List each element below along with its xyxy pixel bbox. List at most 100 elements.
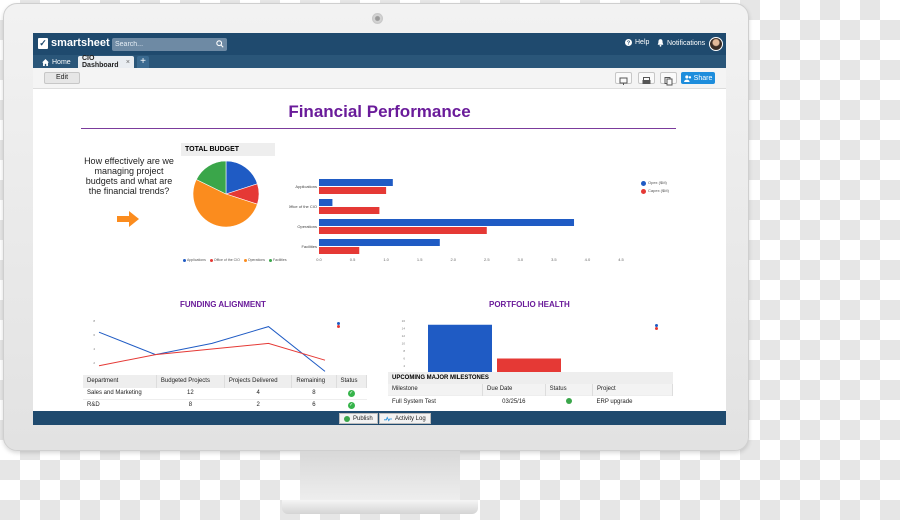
column-header[interactable]: Status [336, 375, 367, 387]
edit-button[interactable]: Edit [44, 72, 80, 84]
status-dot-icon [565, 397, 572, 404]
column-header[interactable]: Due Date [482, 384, 546, 395]
user-avatar[interactable] [709, 37, 723, 51]
bell-icon [657, 39, 664, 47]
bar [319, 187, 387, 194]
table-cell: ERP upgrade [592, 394, 673, 408]
column-header[interactable]: Status [545, 384, 593, 395]
smartsheet-logo[interactable]: ✓ smartsheet [38, 37, 110, 49]
copy-link-button[interactable] [660, 72, 677, 86]
tick-label: 4 [93, 347, 95, 351]
question-text: How effectively are we managing project … [84, 156, 174, 196]
pie-legend-item: Applications [183, 258, 206, 262]
tick-label: 2.5 [484, 257, 490, 262]
camera-icon [372, 13, 383, 24]
dashboard-title: Financial Performance [288, 102, 471, 121]
table-row[interactable]: Full System Test 03/25/16 ERP upgrade [388, 394, 673, 408]
activity-icon [384, 415, 392, 421]
tick-label: 0.5 [350, 257, 356, 262]
pie-legend: Applications Office of the CIO Operations F… [183, 258, 287, 262]
present-button[interactable] [615, 72, 632, 85]
tab-home[interactable]: Home [38, 56, 75, 68]
table-cell: 12 [156, 386, 225, 399]
home-icon [42, 58, 49, 66]
funding-alignment-title: FUNDING ALIGNMENT [180, 300, 266, 309]
milestones-table: Milestone Due Date Status Project Full S… [388, 384, 674, 408]
column-header[interactable]: Milestone [388, 384, 484, 395]
column-header[interactable]: Projects Delivered [224, 375, 293, 387]
share-button[interactable]: Share [681, 72, 715, 84]
print-button[interactable] [638, 72, 655, 84]
monitor-stand [300, 451, 460, 503]
activity-log-button[interactable]: Activity Log [379, 413, 431, 424]
milestones-table-header: Milestone Due Date Status Project [388, 384, 674, 395]
search-input[interactable] [112, 38, 212, 51]
svg-text:?: ? [627, 41, 631, 46]
copy-icon [664, 77, 673, 86]
table-row[interactable]: Sales and Marketing 12 4 8 ✓ [83, 386, 367, 399]
column-header[interactable]: Budgeted Projects [156, 375, 225, 387]
column-header[interactable]: Project [592, 384, 674, 395]
pie-legend-item: Facilities [269, 258, 287, 262]
legend-label: Operations [247, 258, 266, 262]
tick-label: 3.0 [518, 257, 524, 262]
category-label: Office of the CIO [289, 204, 317, 209]
notifications-button[interactable]: Notifications [657, 39, 705, 47]
column-header[interactable]: Remaining [291, 375, 337, 387]
series-line [98, 342, 326, 367]
bar [319, 227, 487, 234]
table-cell: Sales and Marketing [83, 386, 157, 399]
department-table: Department Budgeted Projects Projects De… [83, 375, 367, 411]
bar [319, 247, 360, 254]
legend-swatch [243, 258, 247, 262]
table-cell: 8 [291, 386, 336, 399]
table-cell: 2 [224, 398, 292, 411]
legend-swatch [641, 180, 646, 186]
top-bar: ✓ smartsheet ? Help [33, 33, 726, 55]
column-header[interactable]: Department [83, 375, 157, 387]
arrow-right-icon [117, 211, 139, 227]
opex-capex-bar-chart: Applications Office of the CIO Operations F… [289, 179, 625, 262]
legend-swatch [641, 188, 646, 194]
publish-button[interactable]: Publish [339, 413, 378, 424]
tab-cio-dashboard[interactable]: CIO Dashboard × [78, 55, 134, 69]
status-check-icon: ✓ [347, 389, 355, 397]
total-budget-widget: TOTAL BUDGET Applications Office of the C… [181, 143, 287, 270]
tick-label: 1.5 [417, 257, 423, 262]
help-button[interactable]: ? Help [625, 39, 649, 46]
portfolio-health-title: PORTFOLIO HEALTH [489, 300, 570, 309]
tick-label: 0.0 [316, 257, 322, 262]
legend-label: Applications [187, 258, 206, 262]
tick-label: 8 [403, 349, 405, 353]
tick-label: 6 [93, 333, 95, 337]
add-tab-icon[interactable]: + [137, 56, 149, 68]
search-icon[interactable] [216, 40, 224, 48]
milestones-title: UPCOMING MAJOR MILESTONES [388, 372, 673, 384]
pie-legend-item: Office of the CIO [209, 258, 240, 262]
legend-label: Facilities [273, 258, 287, 262]
pie-legend-item: Operations [243, 258, 266, 262]
table-cell: ✓ [336, 398, 367, 411]
close-icon[interactable]: × [126, 59, 130, 66]
tick-label: 2.0 [450, 257, 456, 262]
monitor-frame: ✓ smartsheet ? Help [3, 3, 749, 451]
legend-item: Capex ($M) [641, 187, 669, 195]
monitor-icon [619, 77, 628, 85]
help-label: Help [635, 39, 650, 46]
legend-label: Opex ($M) [648, 180, 667, 185]
table-cell: Full System Test [388, 394, 483, 408]
table-cell: 4 [224, 386, 292, 399]
tab-bar: Home CIO Dashboard × + [33, 55, 726, 69]
table-row[interactable]: R&D 8 2 6 ✓ [83, 398, 367, 411]
publish-label: Publish [353, 415, 373, 422]
globe-icon [344, 415, 350, 422]
tick-label: 16 [402, 319, 406, 323]
category-label: Facilities [301, 244, 317, 249]
category-label: Operations [297, 224, 317, 229]
bottom-bar: Publish Activity Log [33, 411, 726, 425]
table-cell [545, 394, 593, 408]
app-window: ✓ smartsheet ? Help [33, 33, 726, 425]
legend-swatch [183, 258, 186, 262]
category-label: Applications [295, 184, 317, 189]
funding-alignment-legend [337, 322, 340, 328]
